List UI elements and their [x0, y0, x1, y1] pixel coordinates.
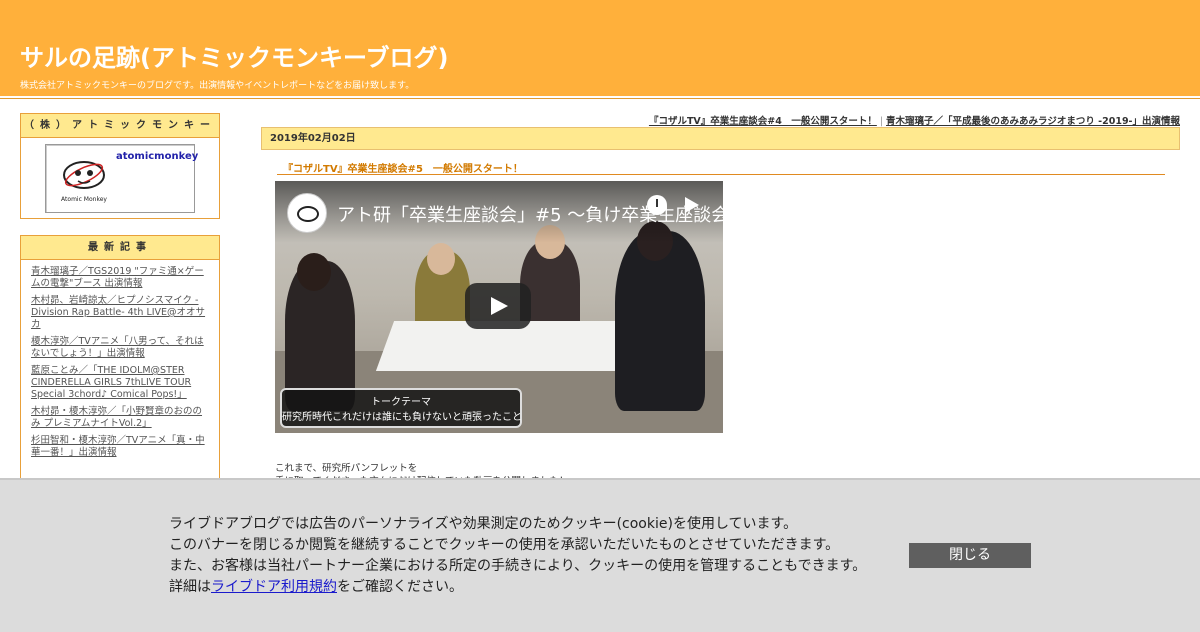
talk-theme-caption: トークテーマ 研究所時代これだけは誰にも負けないと頑張ったこと: [280, 388, 522, 428]
recent-posts-list: 青木瑠璃子／TGS2019 "ファミ通×ゲームの電撃"ブース 出演情報 木村昴、…: [21, 260, 219, 459]
title-divider: [277, 174, 1165, 175]
atomic-monkey-logo[interactable]: Atomic Monkey: [54, 151, 114, 205]
recent-post-link[interactable]: 木村昴・榎木淳弥／「小野賢章のおののみ プレミアムナイトVol.2」: [31, 406, 202, 429]
recent-post-item: 榎木淳弥／TVアニメ「八男って、それはないでしょう！」出演情報: [31, 336, 209, 360]
recent-post-item: 藍原ことみ／「THE IDOLM@STER CINDERELLA GIRLS 7…: [31, 365, 209, 401]
nav-separator: |: [879, 116, 884, 127]
post-date: 2019年02月02日: [261, 127, 1180, 150]
site-description: 株式会社アトミックモンキーのブログです。出演情報やイベントレポートなどをお届け致…: [20, 81, 415, 91]
cookie-line: ライブドアブログでは広告のパーソナライズや効果測定のためクッキー(cookie)…: [169, 516, 798, 532]
channel-logo-icon[interactable]: [287, 193, 327, 233]
post-navigation: 『コザルTV』卒業生座談会#4 一般公開スタート！ | 青木瑠璃子／「平成最後のあみ…: [649, 113, 1180, 127]
profile-name-link[interactable]: atomicmonkey: [116, 151, 198, 162]
cookie-consent-banner: ライブドアブログでは広告のパーソナライズや効果測定のためクッキー(cookie)…: [0, 478, 1200, 632]
article-body-line: これまで、研究所パンフレットを: [275, 463, 418, 474]
logo-text: Atomic Monkey: [61, 196, 107, 203]
cookie-details-suffix: をご確認ください。: [337, 579, 463, 595]
recent-post-link[interactable]: 青木瑠璃子／TGS2019 "ファミ通×ゲームの電撃"ブース 出演情報: [31, 266, 204, 289]
recent-posts-heading: 最新記事: [21, 236, 219, 260]
article-title[interactable]: 『コザルTV』卒業生座談会#5 一般公開スタート！: [283, 160, 523, 175]
youtube-video-embed[interactable]: アト研「卒業生座談会」#5 〜負け卒業生座談会 トークテーマ 研究所時代これだけ…: [275, 181, 723, 433]
video-person-head: [297, 253, 331, 291]
site-header: サルの足跡(アトミックモンキーブログ) 株式会社アトミックモンキーのブログです。…: [0, 0, 1200, 98]
cookie-line: このバナーを閉じるか閲覧を継続することでクッキーの使用を承認いただいたものとさせ…: [169, 537, 840, 553]
recent-post-link[interactable]: 榎木淳弥／TVアニメ「八男って、それはないでしょう！」出演情報: [31, 336, 204, 359]
cookie-message: ライブドアブログでは広告のパーソナライズや効果測定のためクッキー(cookie)…: [169, 514, 866, 598]
play-button[interactable]: [465, 283, 531, 329]
recent-post-link[interactable]: 藍原ことみ／「THE IDOLM@STER CINDERELLA GIRLS 7…: [31, 365, 191, 400]
recent-post-item: 木村昴・榎木淳弥／「小野賢章のおののみ プレミアムナイトVol.2」: [31, 406, 209, 430]
cookie-line: 詳細はライブドア利用規約をご確認ください。: [169, 577, 866, 598]
talk-theme-text: 研究所時代これだけは誰にも負けないと頑張ったこと: [282, 412, 522, 423]
header-divider: [0, 98, 1200, 99]
talk-theme-label: トークテーマ: [371, 397, 431, 408]
recent-post-item: 杉田智和・榎木淳弥／TVアニメ「真・中華一番！」出演情報: [31, 435, 209, 459]
profile-box: （株）アトミックモンキー Atomic Monkey atomicmonkey: [20, 113, 220, 219]
video-title-text: アト研「卒業生座談会」#5 〜負け: [337, 205, 622, 226]
video-overlay-title: 卒業生座談会: [621, 205, 723, 226]
recent-post-item: 青木瑠璃子／TGS2019 "ファミ通×ゲームの電撃"ブース 出演情報: [31, 266, 209, 290]
recent-post-link[interactable]: 木村昴、岩崎諒太／ヒプノシスマイク -Division Rap Battle- …: [31, 295, 205, 330]
recent-post-item: 木村昴、岩崎諒太／ヒプノシスマイク -Division Rap Battle- …: [31, 295, 209, 331]
video-person-head: [427, 243, 455, 275]
profile-card[interactable]: Atomic Monkey atomicmonkey: [45, 144, 198, 213]
cookie-close-button[interactable]: 閉じる: [909, 543, 1031, 568]
recent-post-link[interactable]: 杉田智和・榎木淳弥／TVアニメ「真・中華一番！」出演情報: [31, 435, 205, 458]
watch-later-icon[interactable]: [647, 195, 667, 215]
prev-post-link[interactable]: 『コザルTV』卒業生座談会#4 一般公開スタート！: [649, 116, 877, 127]
cookie-line: また、お客様は当社パートナー企業における所定の手続きにより、クッキーの使用を管理…: [169, 558, 867, 574]
terms-of-use-link[interactable]: ライブドア利用規約: [211, 579, 337, 595]
profile-heading: （株）アトミックモンキー: [21, 114, 219, 138]
recent-posts-box: 最新記事 青木瑠璃子／TGS2019 "ファミ通×ゲームの電撃"ブース 出演情報…: [20, 235, 220, 497]
next-post-link[interactable]: 青木瑠璃子／「平成最後のあみあみラジオまつり -2019-」出演情報: [886, 116, 1180, 127]
share-icon[interactable]: [685, 197, 699, 213]
cookie-details-prefix: 詳細は: [169, 579, 211, 595]
site-title[interactable]: サルの足跡(アトミックモンキーブログ): [20, 38, 449, 73]
